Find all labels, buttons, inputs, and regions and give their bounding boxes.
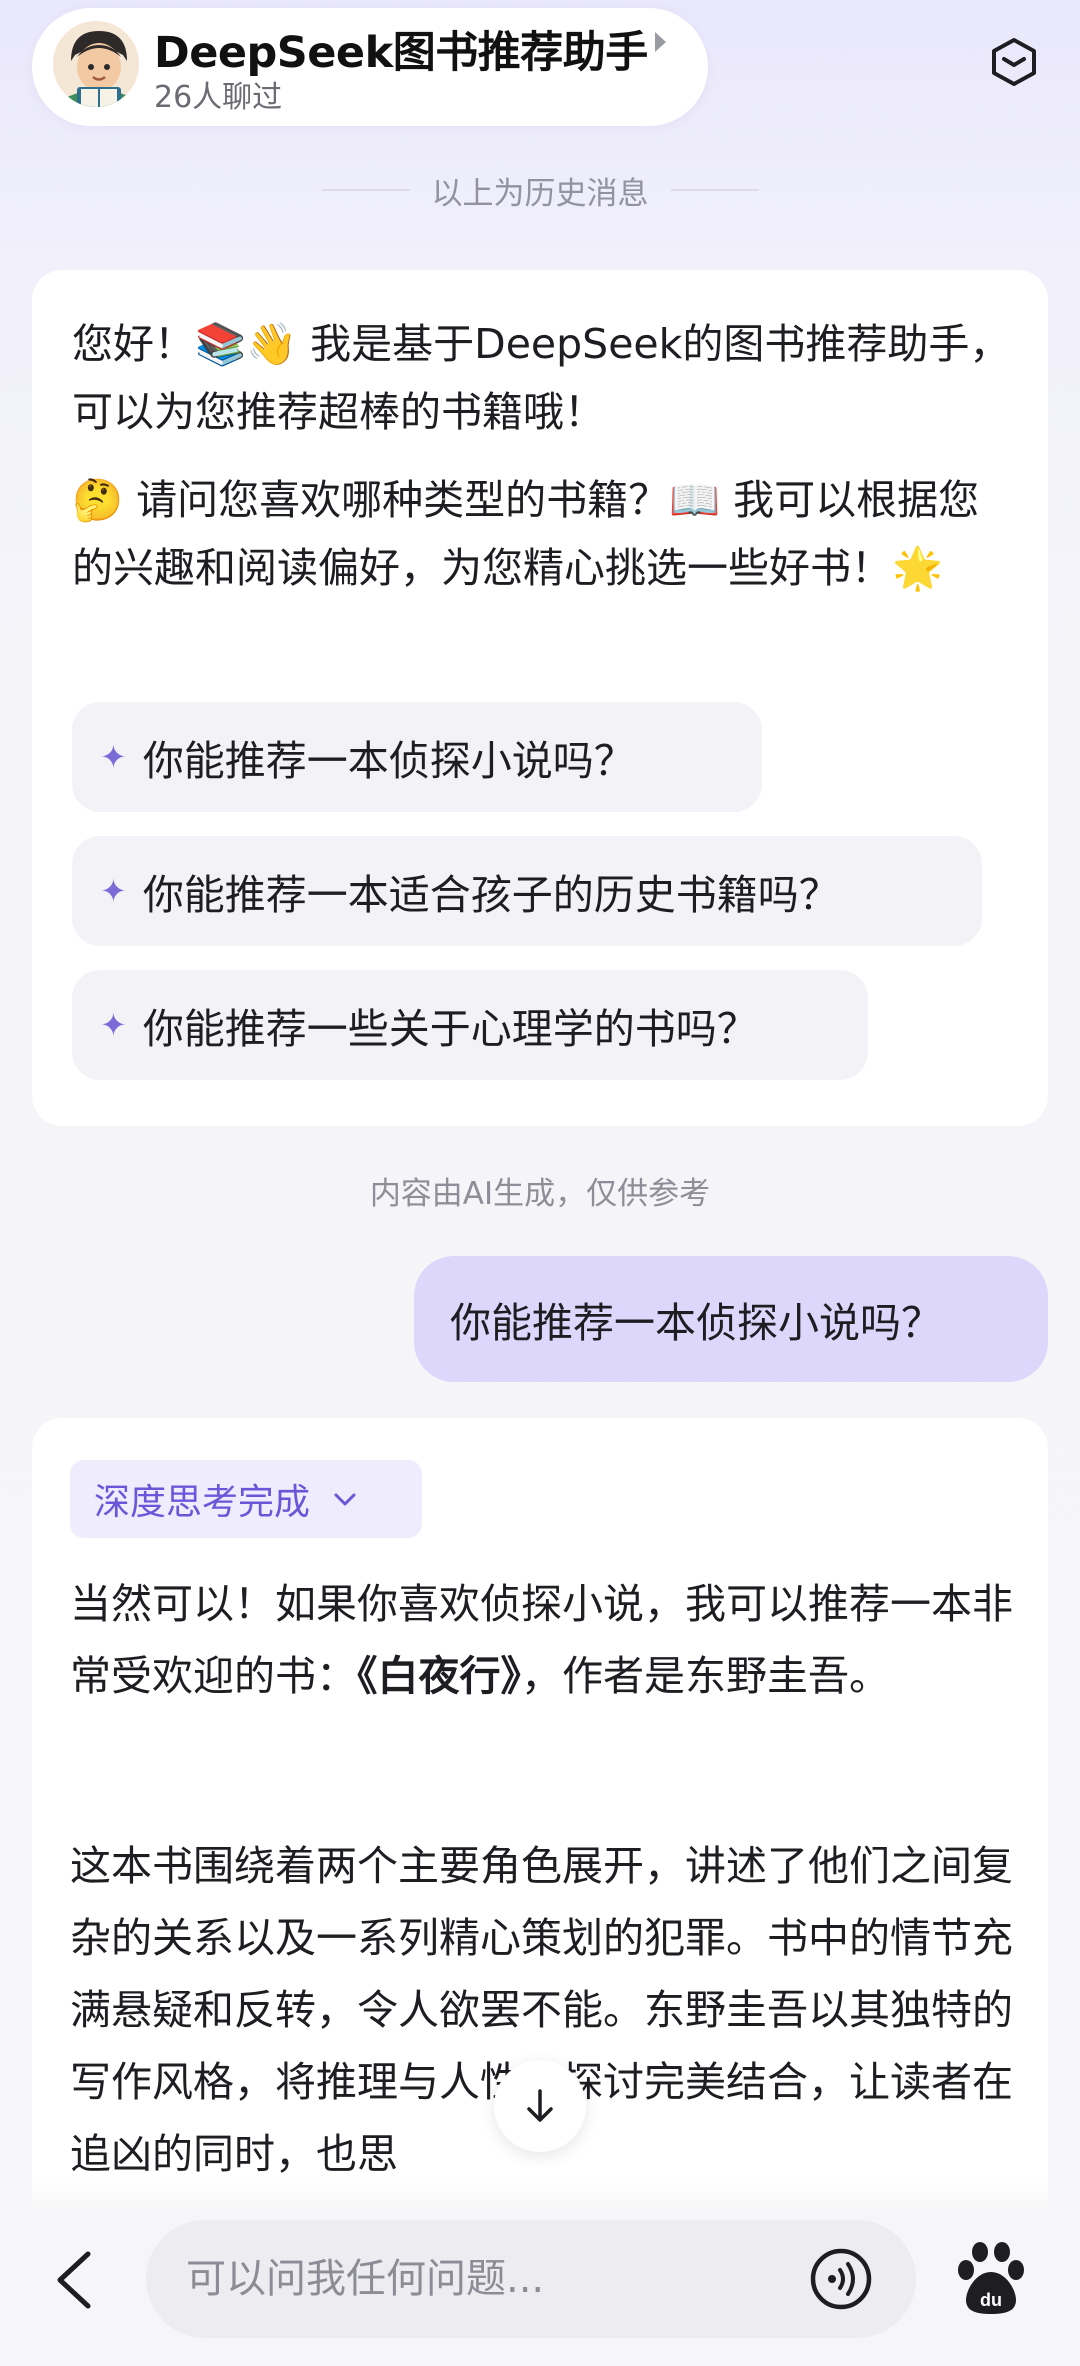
history-divider: 以上为历史消息 [0,168,1080,212]
message-input[interactable] [186,2240,746,2318]
greeting-paragraph-2: 🤔 请问您喜欢哪种类型的书籍？📖 我可以根据您的兴趣和阅读偏好，为您精心挑选一些… [72,476,980,592]
svg-text:du: du [980,2290,1002,2310]
suggestion-label: 你能推荐一本侦探小说吗？ [142,737,635,785]
chat-count: 26人聊过 [154,80,283,115]
suggestion-label: 你能推荐一些关于心理学的书吗？ [142,1005,758,1053]
history-divider-text: 以上为历史消息 [431,175,649,212]
divider-line [670,189,759,191]
reply-paragraph-1: 当然可以！如果你喜欢侦探小说，我可以推荐一本非常受欢迎的书：《白夜行》，作者是东… [70,1568,1030,1712]
divider-line [321,189,410,191]
suggestion-chip[interactable]: ✦ 你能推荐一本侦探小说吗？ [72,702,762,812]
cube-icon[interactable] [986,34,1042,90]
sparkle-icon: ✦ [100,738,127,776]
baidu-paw-icon[interactable]: du [956,2240,1026,2316]
deep-thinking-toggle[interactable]: 深度思考完成 [70,1460,422,1538]
greeting-card: 您好！📚👋 我是基于DeepSeek的图书推荐助手，可以为您推荐超棒的书籍哦！ … [32,270,1048,1126]
reply-text-tail: ，作者是东野圭吾。 [521,1652,890,1700]
greeting-paragraph-1: 您好！📚👋 我是基于DeepSeek的图书推荐助手，可以为您推荐超棒的书籍哦！ [72,320,1011,436]
chevron-down-icon [334,1493,356,1506]
sparkle-icon: ✦ [100,872,127,910]
suggestion-chip[interactable]: ✦ 你能推荐一些关于心理学的书吗？ [72,970,868,1080]
ai-generated-note: 内容由AI生成，仅供参考 [369,1176,711,1212]
user-message-bubble: 你能推荐一本侦探小说吗？ [414,1256,1048,1382]
arrow-down-icon [527,2089,553,2122]
scroll-to-bottom-button[interactable] [494,2060,586,2152]
voice-icon[interactable] [806,2244,876,2314]
thinking-label: 深度思考完成 [94,1482,311,1523]
back-arrow-icon[interactable] [50,2248,98,2312]
book-title: 《白夜行》 [357,1652,521,1700]
message-input-box[interactable] [146,2220,916,2338]
bot-name-caret-icon [655,32,666,52]
bot-name[interactable]: DeepSeek图书推荐助手 [154,18,648,80]
suggestion-chip[interactable]: ✦ 你能推荐一本适合孩子的历史书籍吗？ [72,836,982,946]
suggestion-label: 你能推荐一本适合孩子的历史书籍吗？ [142,871,840,919]
bot-avatar[interactable] [50,18,142,110]
sparkle-icon: ✦ [100,1006,127,1044]
